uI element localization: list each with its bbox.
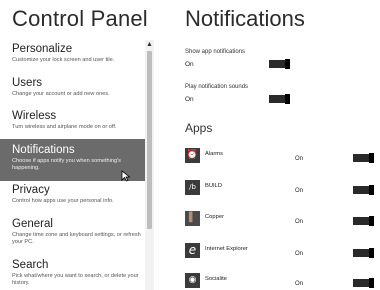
setting-state: On xyxy=(185,96,194,103)
category-title: Users xyxy=(12,77,43,89)
category-privacy[interactable]: Privacy Control how apps use your person… xyxy=(0,183,146,211)
show-app-notifications-toggle[interactable] xyxy=(269,59,290,69)
category-title: General xyxy=(12,218,53,230)
alarms-notification-toggle[interactable] xyxy=(353,153,374,163)
category-title: Search xyxy=(12,259,49,271)
app-state: On xyxy=(295,219,304,225)
toggle-thumb xyxy=(285,59,290,69)
app-name: Internet Explorer xyxy=(205,246,248,252)
category-users[interactable]: Users Change your account or add new one… xyxy=(0,76,146,104)
app-state: On xyxy=(295,156,304,162)
control-panel-sidebar: Control Panel Personalize Customize your… xyxy=(0,0,156,290)
category-description: Turn wireless and airplane mode on or of… xyxy=(12,124,117,130)
category-search[interactable]: Search Pick what/where you want to searc… xyxy=(0,258,146,290)
category-description: Pick what/where you want to search, or d… xyxy=(12,273,139,286)
app-row-internet-explorer: e Internet Explorer On xyxy=(185,243,379,261)
alarm-clock-icon: ⏰ xyxy=(185,148,200,163)
setting-label: Show app notifications xyxy=(185,49,246,55)
build-notification-toggle[interactable] xyxy=(353,185,374,195)
app-state: On xyxy=(295,188,304,194)
category-wireless[interactable]: Wireless Turn wireless and airplane mode… xyxy=(0,109,146,137)
setting-state: On xyxy=(185,61,194,68)
app-name: BUILD xyxy=(205,183,223,189)
app-state: On xyxy=(295,251,304,257)
toggle-thumb xyxy=(369,248,374,258)
copper-notification-toggle[interactable] xyxy=(353,216,374,226)
socialite-notification-toggle[interactable] xyxy=(353,278,374,288)
app-name: Copper xyxy=(205,214,225,220)
toggle-thumb xyxy=(369,278,374,288)
setting-label: Play notification sounds xyxy=(185,84,249,90)
show-app-notifications-setting: Show app notifications On xyxy=(185,49,375,69)
app-name: Alarms xyxy=(205,151,224,157)
toggle-thumb xyxy=(285,94,290,104)
category-description: Change time zone and keyboard settings, … xyxy=(12,232,141,245)
toggle-thumb xyxy=(369,216,374,226)
category-title: Personalize xyxy=(12,43,73,55)
apps-heading: Apps xyxy=(185,121,213,135)
app-row-copper: ▌ Copper On xyxy=(185,211,379,229)
scrollbar-thumb[interactable] xyxy=(147,51,152,229)
copper-game-icon: ▌ xyxy=(185,211,200,226)
chevron-up-icon[interactable]: ▲ xyxy=(145,40,154,49)
toggle-thumb xyxy=(369,185,374,195)
toggle-thumb xyxy=(369,153,374,163)
category-description: Control how apps use your personal info. xyxy=(12,198,114,204)
socialite-icon: ◉ xyxy=(185,273,200,288)
category-title: Privacy xyxy=(12,184,50,196)
control-panel-title: Control Panel xyxy=(12,6,148,31)
app-state: On xyxy=(295,281,304,287)
build-logo-icon: /b xyxy=(185,180,200,195)
play-notification-sounds-setting: Play notification sounds On xyxy=(185,84,375,104)
page-title: Notifications xyxy=(185,6,305,31)
app-row-build: /b BUILD On xyxy=(185,180,379,198)
internet-explorer-icon: e xyxy=(185,243,200,258)
category-description: Customize your lock screen and user tile… xyxy=(12,57,115,63)
internet-explorer-notification-toggle[interactable] xyxy=(353,248,374,258)
category-title: Notifications xyxy=(12,144,75,156)
category-general[interactable]: General Change time zone and keyboard se… xyxy=(0,217,146,251)
app-name: Socialite xyxy=(205,276,227,282)
mouse-pointer-icon xyxy=(121,170,131,182)
app-row-alarms: ⏰ Alarms On xyxy=(185,148,379,166)
sidebar-scrollbar[interactable]: ▲ xyxy=(145,40,154,290)
notifications-panel: Notifications Show app notifications On … xyxy=(156,0,380,290)
play-notification-sounds-toggle[interactable] xyxy=(269,94,290,104)
app-row-socialite: ◉ Socialite On xyxy=(185,273,379,290)
category-description: Change your account or add new ones. xyxy=(12,91,110,97)
category-personalize[interactable]: Personalize Customize your lock screen a… xyxy=(0,42,146,70)
category-title: Wireless xyxy=(12,110,57,122)
